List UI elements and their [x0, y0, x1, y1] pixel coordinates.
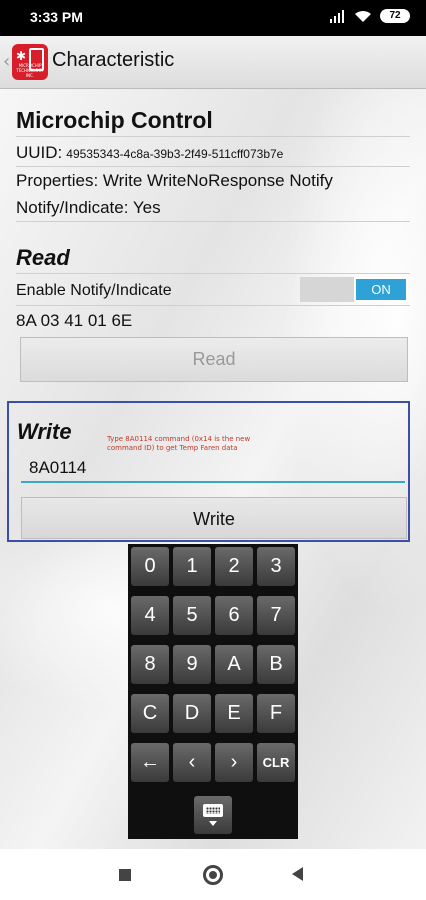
key-7[interactable]: 7 — [257, 596, 295, 635]
status-time: 3:33 PM — [30, 9, 83, 25]
backspace-key[interactable]: ← — [131, 743, 169, 782]
key-9[interactable]: 9 — [173, 645, 211, 684]
notify-toggle[interactable]: ON — [300, 277, 408, 302]
back-icon[interactable] — [292, 867, 303, 881]
battery-icon: 72 — [380, 9, 410, 23]
cursor-left-key[interactable]: ‹ — [173, 743, 211, 782]
key-0[interactable]: 0 — [131, 547, 169, 586]
key-1[interactable]: 1 — [173, 547, 211, 586]
key-2[interactable]: 2 — [215, 547, 253, 586]
key-a[interactable]: A — [215, 645, 253, 684]
toggle-on-label: ON — [354, 277, 408, 302]
write-section: Write Type 8A0114 command (0x14 is the n… — [7, 401, 410, 542]
uuid-row: UUID: 49535343-4c8a-39b3-2f49-511cff073b7… — [16, 143, 283, 163]
uuid-value: 49535343-4c8a-39b3-2f49-511cff073b7e — [66, 147, 284, 161]
characteristic-title: Microchip Control — [16, 107, 213, 133]
key-b[interactable]: B — [257, 645, 295, 684]
characteristic-content: Microchip Control UUID: 49535343-4c8a-39b… — [0, 89, 426, 849]
status-bar: 3:33 PM 72 — [0, 0, 426, 36]
key-f[interactable]: F — [257, 694, 295, 733]
write-input[interactable] — [21, 455, 405, 483]
key-c[interactable]: C — [131, 694, 169, 733]
app-bar: ‹ ✱ MICROCHIP TECHNOLOGY INC. Characteri… — [0, 36, 426, 89]
key-8[interactable]: 8 — [131, 645, 169, 684]
uuid-label: UUID: — [16, 143, 63, 162]
divider — [16, 273, 410, 274]
notify-text: Notify/Indicate: Yes — [16, 198, 161, 217]
key-e[interactable]: E — [215, 694, 253, 733]
keyboard-toggle-icon[interactable] — [194, 796, 232, 834]
hex-keypad: 0 1 2 3 4 5 6 7 8 9 A B C D E F ← ‹ › CL… — [128, 544, 298, 839]
status-icons: 72 — [330, 9, 410, 23]
back-chevron-icon[interactable]: ‹ — [3, 51, 10, 72]
cursor-right-key[interactable]: › — [215, 743, 253, 782]
read-button[interactable]: Read — [20, 337, 408, 382]
clear-key[interactable]: CLR — [257, 743, 295, 782]
key-3[interactable]: 3 — [257, 547, 295, 586]
write-button[interactable]: Write — [21, 497, 407, 539]
divider — [16, 305, 410, 306]
recents-icon[interactable] — [119, 869, 131, 881]
read-value: 8A 03 41 01 6E — [16, 311, 133, 330]
system-nav-bar — [0, 849, 426, 900]
page-title: Characteristic — [52, 49, 175, 71]
key-4[interactable]: 4 — [131, 596, 169, 635]
divider — [16, 221, 410, 222]
key-6[interactable]: 6 — [215, 596, 253, 635]
read-heading: Read — [16, 245, 70, 270]
key-d[interactable]: D — [173, 694, 211, 733]
divider — [16, 136, 410, 137]
write-heading: Write — [17, 419, 72, 444]
divider — [16, 166, 410, 167]
microchip-logo-icon: ✱ MICROCHIP TECHNOLOGY INC. — [12, 44, 48, 80]
signal-icon — [330, 9, 346, 23]
enable-notify-label: Enable Notify/Indicate — [16, 282, 172, 299]
wifi-icon — [355, 10, 371, 22]
key-5[interactable]: 5 — [173, 596, 211, 635]
home-icon[interactable] — [203, 865, 223, 885]
annotation-note: Type 8A0114 command (0x14 is the new com… — [107, 435, 251, 452]
properties-text: Properties: Write WriteNoResponse Notify — [16, 171, 333, 190]
